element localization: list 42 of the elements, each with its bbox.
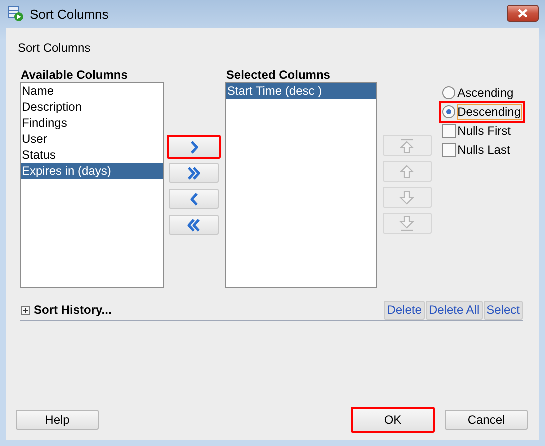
- close-button[interactable]: [507, 4, 539, 22]
- dialog-heading: Sort Columns: [18, 40, 92, 56]
- move-button[interactable]: [169, 215, 220, 235]
- arrow-up-to-top-icon: [399, 138, 416, 154]
- move-button[interactable]: [169, 163, 220, 183]
- checkbox[interactable]: [442, 124, 456, 138]
- dialog-button[interactable]: OK: [351, 407, 435, 433]
- move-button[interactable]: [169, 189, 220, 209]
- list-item[interactable]: Name: [21, 83, 164, 99]
- option-label: Nulls Last: [458, 143, 510, 157]
- arrow-down-icon: [399, 190, 416, 206]
- expand-icon[interactable]: [21, 306, 30, 314]
- list-item[interactable]: Expires in (days): [21, 163, 164, 179]
- column-list[interactable]: Name Description Findings User Status Expires in (days): [20, 82, 164, 288]
- dialog-button[interactable]: Help: [16, 410, 99, 430]
- column-list[interactable]: Start Time (desc ): [225, 82, 377, 288]
- list-item[interactable]: Description: [21, 99, 164, 115]
- move-button[interactable]: [167, 135, 222, 159]
- history-button[interactable]: Delete All: [426, 300, 483, 320]
- checkbox[interactable]: [442, 143, 456, 157]
- list-item[interactable]: Findings: [21, 115, 164, 131]
- history-button[interactable]: Delete: [384, 300, 425, 320]
- option-label: Ascending: [458, 86, 514, 100]
- list-heading: Available Columns: [20, 68, 129, 82]
- list-item[interactable]: Start Time (desc ): [226, 83, 376, 99]
- dialog-button[interactable]: Cancel: [445, 410, 528, 430]
- close-icon: [518, 8, 528, 18]
- section-title: Sort History...: [34, 303, 112, 317]
- option-label: Nulls First: [458, 124, 511, 138]
- window-title: Sort Columns: [30, 6, 109, 22]
- option-label: Descending: [458, 105, 521, 119]
- app-icon: [8, 6, 24, 22]
- arrow-down-to-bottom-icon: [399, 216, 416, 232]
- radio-button[interactable]: [442, 86, 456, 100]
- double-chevron-left-icon: [186, 218, 202, 232]
- list-heading: Selected Columns: [225, 68, 332, 82]
- radio-button[interactable]: [442, 105, 456, 119]
- arrow-up-icon: [399, 164, 416, 180]
- list-item[interactable]: User: [21, 131, 164, 147]
- history-button[interactable]: Select: [484, 300, 523, 320]
- list-item[interactable]: Status: [21, 147, 164, 163]
- double-chevron-right-icon: [186, 166, 202, 180]
